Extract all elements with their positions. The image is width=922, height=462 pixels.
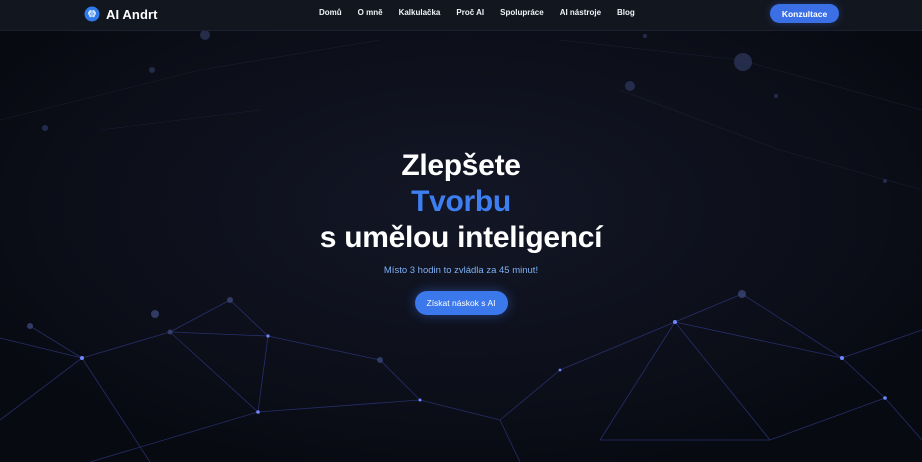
brand-logo[interactable]: AI Andrt (84, 4, 158, 24)
nav-item-why-ai[interactable]: Proč AI (456, 7, 484, 18)
brand-name: AI Andrt (106, 6, 158, 22)
hero-subtitle: Místo 3 hodin to zvládla za 45 minut! (383, 265, 539, 276)
get-ahead-button[interactable]: Získat náskok s AI (414, 291, 508, 315)
hero-title: Zlepšete Tvorbu s umělou inteligencí (0, 148, 922, 256)
consultation-button[interactable]: Konzultace (770, 4, 839, 23)
hero-section: Zlepšete Tvorbu s umělou inteligencí Mís… (0, 148, 922, 315)
nav-item-blog[interactable]: Blog (617, 7, 635, 18)
hero-title-accent: Tvorbu (411, 185, 511, 218)
nav-item-calculator[interactable]: Kalkulačka (399, 7, 441, 18)
page: AI Andrt Domů O mně Kalkulačka Proč AI S… (0, 0, 922, 462)
nav-item-about[interactable]: O mně (358, 7, 383, 18)
nav-item-home[interactable]: Domů (319, 7, 342, 18)
brain-icon (84, 6, 100, 22)
nav-item-ai-tools[interactable]: AI nástroje (560, 7, 601, 18)
hero-title-line-1: Zlepšete (401, 149, 521, 182)
nav-item-cooperation[interactable]: Spolupráce (500, 7, 544, 18)
main-nav: Domů O mně Kalkulačka Proč AI Spolupráce… (319, 7, 651, 18)
site-header: AI Andrt Domů O mně Kalkulačka Proč AI S… (0, 0, 922, 31)
hero-title-line-3: s umělou inteligencí (319, 221, 603, 254)
